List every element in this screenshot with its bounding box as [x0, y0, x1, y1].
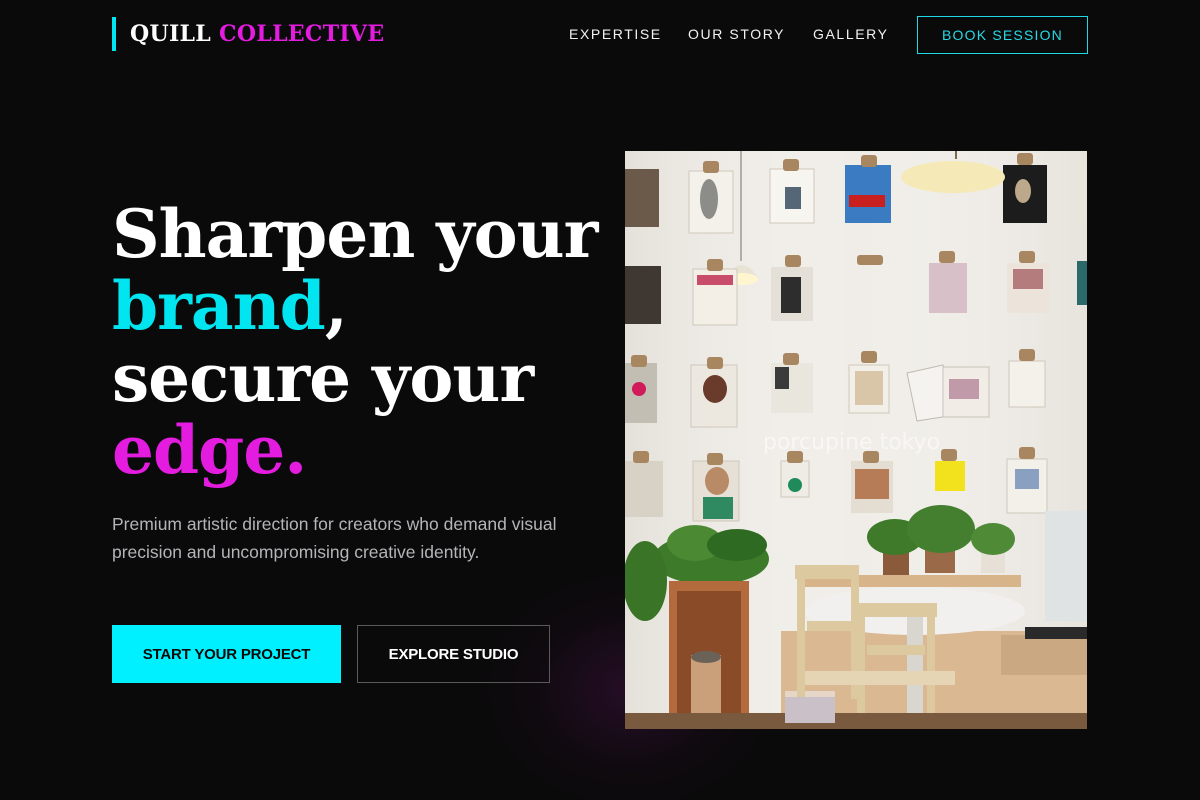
nav-item-expertise[interactable]: EXPERTISE — [569, 25, 662, 43]
site-header: QUILL COLLECTIVE EXPERTISE OUR STORY GAL… — [0, 0, 1200, 70]
explore-studio-button[interactable]: EXPLORE STUDIO — [357, 625, 550, 683]
studio-wall-illustration: porcupine tokyo — [625, 151, 1087, 729]
hero-comma: , — [324, 267, 348, 345]
nav-item-gallery[interactable]: GALLERY — [813, 25, 889, 43]
nav-item-our-story[interactable]: OUR STORY — [688, 25, 785, 43]
brand-word-primary: QUILL — [130, 21, 212, 47]
start-project-button[interactable]: START YOUR PROJECT — [112, 625, 341, 683]
brand-logo[interactable]: QUILL COLLECTIVE — [112, 17, 384, 51]
hero-line-3: secure your — [112, 339, 534, 417]
hero-photo: porcupine tokyo — [625, 151, 1087, 729]
print-row-1 — [625, 161, 1087, 234]
hero-line-2: brand, — [112, 270, 582, 342]
hero-subtitle: Premium artistic direction for creators … — [112, 514, 557, 562]
hero-headline: Sharpen your brand, secure your edge. — [112, 195, 598, 489]
book-session-button[interactable]: BOOK SESSION — [917, 16, 1088, 54]
brand-word-accent: COLLECTIVE — [219, 21, 385, 47]
hero-accent-brand: brand — [112, 267, 326, 345]
photo-watermark: porcupine tokyo — [763, 430, 940, 455]
hero-accent-edge: edge. — [112, 411, 307, 489]
hero-line-1: Sharpen your — [112, 195, 598, 273]
